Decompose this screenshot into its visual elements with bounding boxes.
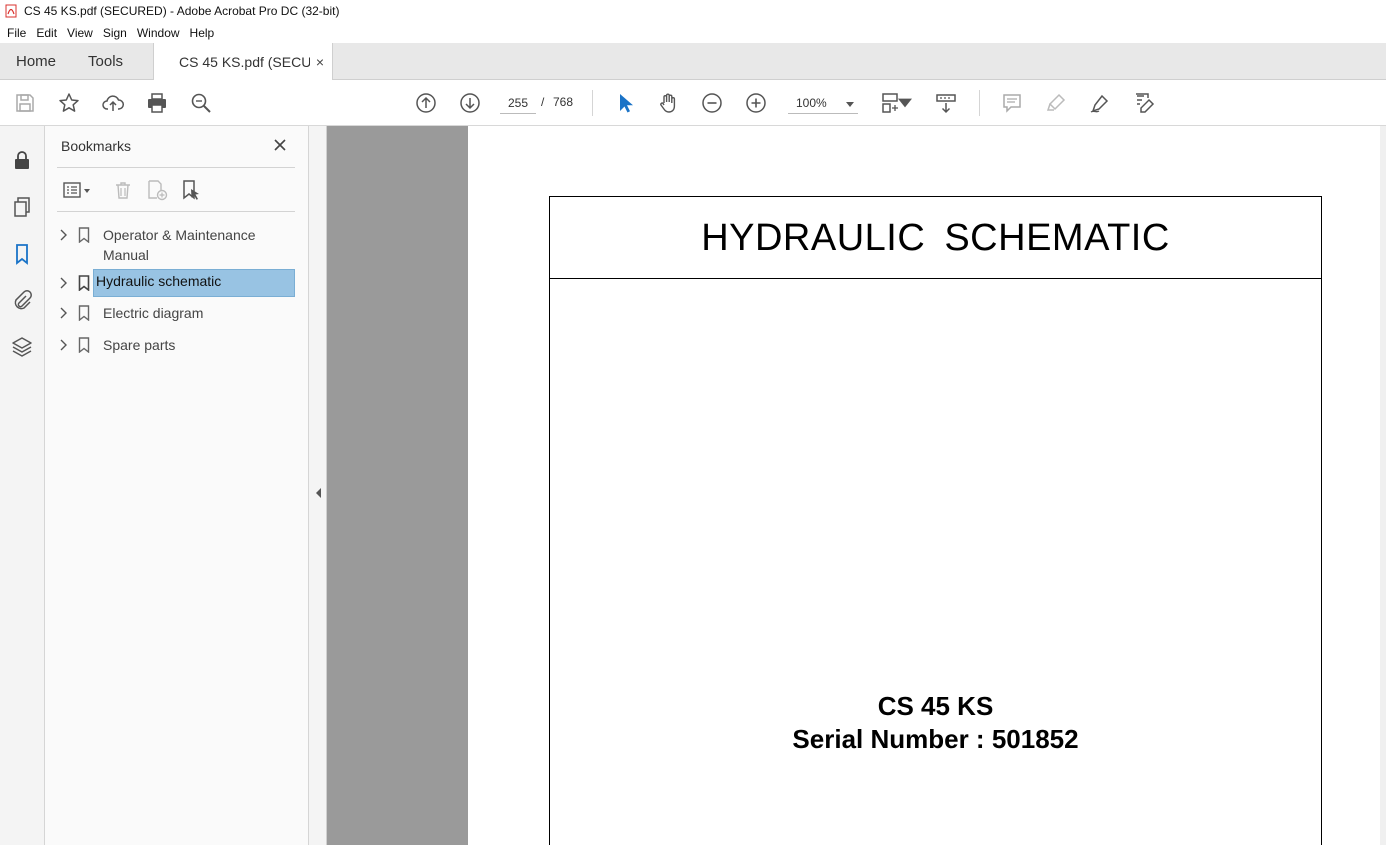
lock-icon[interactable] <box>10 148 34 172</box>
vertical-scrollbar[interactable] <box>1380 126 1386 845</box>
find-bookmark-icon[interactable] <box>178 177 204 203</box>
pdf-page: HYDRAULIC SCHEMATIC CS 45 KS Serial Numb… <box>468 126 1380 845</box>
menu-window[interactable]: Window <box>132 26 185 40</box>
window-title: CS 45 KS.pdf (SECURED) - Adobe Acrobat P… <box>24 4 340 18</box>
menu-view[interactable]: View <box>62 26 98 40</box>
title-bar: CS 45 KS.pdf (SECURED) - Adobe Acrobat P… <box>0 0 1386 22</box>
chevron-right-icon[interactable] <box>55 303 71 323</box>
panel-collapse-handle[interactable] <box>309 126 327 845</box>
menu-file[interactable]: File <box>2 26 31 40</box>
bookmark-label: Spare parts <box>103 337 176 353</box>
frame-divider <box>550 278 1321 279</box>
bookmark-item-spare-parts[interactable]: Spare parts <box>55 335 303 355</box>
attachment-icon[interactable] <box>10 288 34 312</box>
close-icon[interactable] <box>271 136 289 154</box>
zoom-search-icon[interactable] <box>189 91 213 115</box>
chevron-right-icon[interactable] <box>55 225 71 245</box>
menu-bar: File Edit View Sign Window Help <box>0 22 1386 43</box>
bookmark-icon <box>75 225 93 245</box>
highlight-icon[interactable] <box>1044 91 1068 115</box>
bookmarks-header: Bookmarks <box>61 138 132 154</box>
acrobat-pdf-icon <box>4 4 18 18</box>
bookmark-item-electric-diagram[interactable]: Electric diagram <box>55 303 303 323</box>
close-tab-icon[interactable]: × <box>316 54 324 70</box>
tab-document[interactable]: CS 45 KS.pdf (SECU... × <box>153 43 334 80</box>
bookmarks-panel: Bookmarks Operator & Maintenance Manual … <box>45 126 309 845</box>
tab-bar: Home Tools CS 45 KS.pdf (SECU... × <box>0 43 1386 80</box>
pages-icon[interactable] <box>10 195 34 219</box>
bookmark-item-operator-maintenance[interactable]: Operator & Maintenance Manual <box>55 225 303 265</box>
bookmark-icon <box>75 273 93 293</box>
delete-bookmark-icon[interactable] <box>110 177 136 203</box>
navigation-rail <box>0 126 45 845</box>
page-down-icon[interactable] <box>458 91 482 115</box>
tab-home[interactable]: Home <box>0 43 72 79</box>
comment-icon[interactable] <box>1000 91 1024 115</box>
toolbar-divider <box>979 90 980 116</box>
layers-icon[interactable] <box>10 335 34 359</box>
bookmark-label: Operator & Maintenance Manual <box>103 227 256 263</box>
menu-sign[interactable]: Sign <box>98 26 132 40</box>
bookmark-options-icon[interactable] <box>59 177 95 203</box>
document-tab-label: CS 45 KS.pdf (SECU... <box>179 53 310 70</box>
zoom-out-icon[interactable] <box>700 91 724 115</box>
bookmark-item-hydraulic-schematic[interactable]: Hydraulic schematic <box>55 269 303 297</box>
page-frame: HYDRAULIC SCHEMATIC CS 45 KS Serial Numb… <box>549 196 1322 845</box>
zoom-dropdown[interactable]: 100% <box>788 92 858 114</box>
chevron-down-icon[interactable] <box>898 91 912 115</box>
bookmark-star-icon[interactable] <box>57 91 81 115</box>
page-up-icon[interactable] <box>414 91 438 115</box>
bookmark-icon <box>75 335 93 355</box>
sign-pen-icon[interactable] <box>1088 91 1112 115</box>
bookmark-icon[interactable] <box>10 242 34 266</box>
print-icon[interactable] <box>145 91 169 115</box>
edit-document-icon[interactable] <box>1132 91 1156 115</box>
bookmark-icon <box>75 303 93 323</box>
chevron-right-icon[interactable] <box>55 273 71 293</box>
menu-edit[interactable]: Edit <box>31 26 62 40</box>
serial-number: Serial Number : 501852 <box>792 724 1079 754</box>
bookmark-label: Electric diagram <box>103 305 204 321</box>
hand-icon[interactable] <box>656 91 680 115</box>
toolbar-divider <box>592 90 593 116</box>
document-title: HYDRAULIC SCHEMATIC <box>701 217 1170 259</box>
main-toolbar: / 768 100% <box>0 80 1386 126</box>
page-separator: / <box>541 95 545 109</box>
menu-help[interactable]: Help <box>185 26 220 40</box>
zoom-value: 100% <box>796 95 827 110</box>
new-bookmark-icon[interactable] <box>144 177 170 203</box>
panel-divider <box>57 167 295 168</box>
upload-cloud-icon[interactable] <box>101 91 125 115</box>
document-viewport[interactable]: HYDRAULIC SCHEMATIC CS 45 KS Serial Numb… <box>327 126 1386 845</box>
panel-divider <box>57 211 295 212</box>
chevron-left-icon[interactable] <box>314 487 322 499</box>
save-icon[interactable] <box>13 91 37 115</box>
zoom-in-icon[interactable] <box>744 91 768 115</box>
scroll-mode-icon[interactable] <box>934 91 958 115</box>
tab-tools[interactable]: Tools <box>72 43 139 79</box>
chevron-right-icon[interactable] <box>55 335 71 355</box>
page-total: 768 <box>553 95 574 109</box>
model-name: CS 45 KS <box>877 691 994 721</box>
bookmark-label: Hydraulic schematic <box>93 269 295 297</box>
select-cursor-icon[interactable] <box>613 91 637 115</box>
page-number-input[interactable] <box>500 92 536 114</box>
chevron-down-icon <box>846 96 854 110</box>
